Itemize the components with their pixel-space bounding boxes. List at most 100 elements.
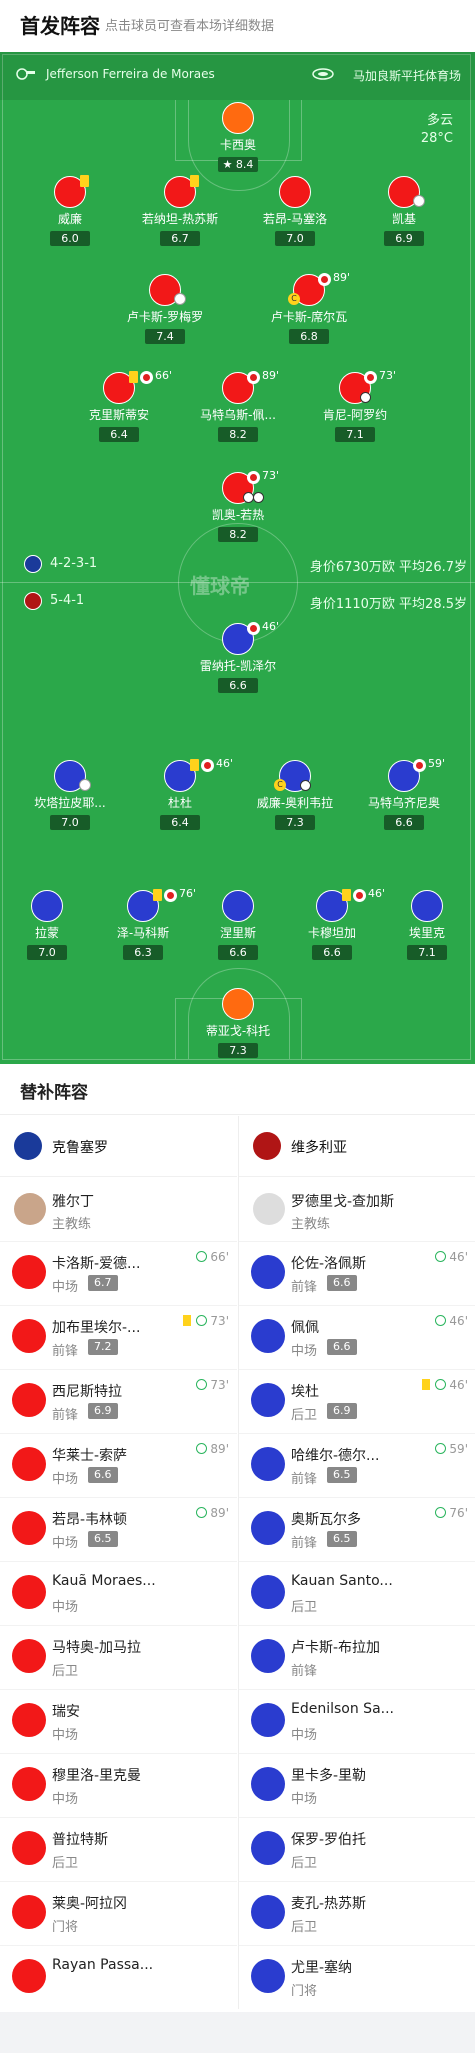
player-dot: 59' xyxy=(388,757,445,792)
player-dot xyxy=(251,1255,285,1289)
player-home-am-2[interactable]: 89' 马特乌斯-佩... 8.2 xyxy=(183,369,293,442)
sub-player-row[interactable]: 奥斯瓦尔多 前锋 6.5 76' xyxy=(239,1497,475,1561)
player-away-mid-4[interactable]: 59' 马特乌齐尼奥 6.6 xyxy=(349,757,459,830)
sub-player-row[interactable]: 加布里埃尔-... 前锋 7.2 73' xyxy=(0,1305,237,1369)
player-rating: 6.3 xyxy=(123,945,163,960)
sub-time: 66' xyxy=(155,369,173,382)
sub-player-row[interactable]: 西尼斯特拉 前锋 6.9 73' xyxy=(0,1369,237,1433)
player-away-def-1[interactable]: 拉蒙 7.0 xyxy=(0,890,102,960)
sub-player-position: 中场 xyxy=(52,1792,79,1807)
player-home-am-1[interactable]: 66' 克里斯蒂安 6.4 xyxy=(64,369,174,442)
sub-time: 89' xyxy=(333,271,351,284)
sub-player-name: 卢卡斯-布拉加 xyxy=(291,1640,381,1656)
player-away-mid-1[interactable]: 坎塔拉皮耶... 7.0 xyxy=(15,760,125,830)
sub-player-name: 佩佩 xyxy=(291,1320,319,1336)
home-sub-list: 卡洛斯-爱德... 中场 6.7 66' 加布里埃尔-... 前锋 7.2 73' 西尼斯特拉前… xyxy=(0,1241,237,2009)
sub-player-row[interactable]: 尤里-塞纳 门将 xyxy=(239,1945,475,2009)
player-dot: C xyxy=(274,760,311,792)
sub-player-row[interactable]: 普拉特斯 后卫 xyxy=(0,1817,237,1881)
sub-player-row[interactable]: Edenilson Sa... 中场 xyxy=(239,1689,475,1753)
player-home-am-3[interactable]: 73' 肯尼-阿罗约 7.1 xyxy=(300,369,410,442)
player-home-def-3[interactable]: 若昂-马塞洛 7.0 xyxy=(240,176,350,246)
player-dot xyxy=(31,890,63,922)
player-dot xyxy=(12,1767,46,1801)
sub-player-row[interactable]: 伦佐-洛佩斯 前锋 6.6 46' xyxy=(239,1241,475,1305)
player-dot xyxy=(12,1447,46,1481)
player-home-dm-1[interactable]: 卢卡斯-罗梅罗 7.4 xyxy=(110,274,220,344)
player-away-mid-2[interactable]: 46' 杜杜 6.4 xyxy=(125,757,235,830)
sub-player-row[interactable]: 麦孔-热苏斯 后卫 xyxy=(239,1881,475,1945)
away-crest-icon xyxy=(253,1132,281,1160)
home-team-header[interactable]: 克鲁塞罗 xyxy=(0,1116,237,1177)
sub-player-row[interactable]: 瑞安 中场 xyxy=(0,1689,237,1753)
stadium-icon xyxy=(312,68,334,80)
player-rating: 6.6 xyxy=(384,815,424,830)
sub-player-position: 后卫 xyxy=(291,1600,318,1615)
player-dot xyxy=(164,175,199,208)
player-rating: 7.1 xyxy=(407,945,447,960)
player-away-def-4[interactable]: 46' 卡穆坦加 6.6 xyxy=(277,887,387,960)
sub-player-row[interactable]: Kauan Santo... 后卫 xyxy=(239,1561,475,1625)
shirt-icon xyxy=(174,293,186,305)
home-coach[interactable]: 雅尔丁 主教练 xyxy=(0,1177,237,1241)
player-dot: 46' xyxy=(164,757,233,792)
player-name: 卢卡斯-席尔瓦 xyxy=(270,310,348,324)
player-home-def-1[interactable]: 威廉 6.0 xyxy=(15,175,125,246)
sub-player-row[interactable]: 马特奥-加马拉 后卫 xyxy=(0,1625,237,1689)
player-home-dm-2[interactable]: C 89' 卢卡斯-席尔瓦 6.8 xyxy=(254,271,364,344)
sub-player-row[interactable]: 里卡多-里勒 中场 xyxy=(239,1753,475,1817)
player-name: 杜杜 xyxy=(167,796,192,810)
sub-off-icon xyxy=(247,471,260,484)
sub-player-name: 华莱士-索萨 xyxy=(52,1448,128,1464)
sub-player-row[interactable]: 卡洛斯-爱德... 中场 6.7 66' xyxy=(0,1241,237,1305)
sub-player-position: 前锋 xyxy=(291,1280,318,1295)
player-home-gk[interactable]: 卡西奥 ★ 8.4 xyxy=(183,102,293,172)
player-dot: 89' xyxy=(222,369,279,404)
sub-off-icon xyxy=(247,622,260,635)
player-home-def-4[interactable]: 凯基 6.9 xyxy=(349,176,459,246)
player-home-st[interactable]: 73' 凯奥-若热 8.2 xyxy=(183,469,293,542)
substitutes-section: 替补阵容 克鲁塞罗 雅尔丁 主教练 卡洛斯-爱德... 中场 6.7 66' 加布里埃尔… xyxy=(0,1064,475,2012)
away-team-header[interactable]: 维多利亚 xyxy=(239,1116,475,1177)
player-dot xyxy=(12,1639,46,1673)
sub-player-row[interactable]: 若昂-韦林顿 中场 6.5 89' xyxy=(0,1497,237,1561)
sub-player-row[interactable]: 埃杜 后卫 6.9 46' xyxy=(239,1369,475,1433)
sub-player-row[interactable]: Kauã Moraes... 中场 xyxy=(0,1561,237,1625)
sub-player-name: Kauã Moraes... xyxy=(52,1573,156,1589)
sub-time: 89' xyxy=(262,369,280,382)
sub-player-row[interactable]: 保罗-罗伯托 后卫 xyxy=(239,1817,475,1881)
away-coach[interactable]: 罗德里戈-查加斯 主教练 xyxy=(239,1177,475,1241)
sub-player-name: 莱奥-阿拉冈 xyxy=(52,1896,128,1912)
player-dot xyxy=(251,1639,285,1673)
player-away-mid-3[interactable]: C 威廉-奥利韦拉 7.3 xyxy=(240,760,350,830)
player-away-def-5[interactable]: 埃里克 7.1 xyxy=(372,890,475,960)
sub-player-rating: 6.6 xyxy=(88,1467,118,1483)
player-home-def-2[interactable]: 若纳坦-热苏斯 6.7 xyxy=(125,175,235,246)
sub-player-row[interactable]: 卢卡斯-布拉加 前锋 xyxy=(239,1625,475,1689)
team-name: 维多利亚 xyxy=(291,1140,347,1156)
player-dot xyxy=(279,176,311,208)
player-away-gk[interactable]: 蒂亚戈-科托 7.3 xyxy=(183,988,293,1058)
player-away-def-2[interactable]: 76' 泽-马科斯 6.3 xyxy=(88,887,198,960)
rating-value: 8.4 xyxy=(235,158,254,171)
sub-player-row[interactable]: 华莱士-索萨 中场 6.6 89' xyxy=(0,1433,237,1497)
player-dot xyxy=(251,1511,285,1545)
player-rating: 7.3 xyxy=(218,1043,258,1058)
player-dot xyxy=(12,1703,46,1737)
sub-player-position: 中场 xyxy=(52,1600,79,1615)
sub-player-row[interactable]: Rayan Passa... xyxy=(0,1945,237,2009)
player-dot xyxy=(411,890,443,922)
sub-player-row[interactable]: 佩佩 中场 6.6 46' xyxy=(239,1305,475,1369)
sub-player-row[interactable]: 莱奥-阿拉冈 门将 xyxy=(0,1881,237,1945)
player-name: 拉蒙 xyxy=(34,926,59,940)
player-name: 雷纳托-凯泽尔 xyxy=(199,659,277,673)
player-away-st[interactable]: 46' 雷纳托-凯泽尔 6.6 xyxy=(183,620,293,693)
sub-player-row[interactable]: 穆里洛-里克曼 中场 xyxy=(0,1753,237,1817)
player-rating: 6.6 xyxy=(218,678,258,693)
sub-player-row[interactable]: 哈维尔-德尔... 前锋 6.5 59' xyxy=(239,1433,475,1497)
player-rating: 6.6 xyxy=(312,945,352,960)
player-name: 若昂-马塞洛 xyxy=(262,212,328,226)
away-value: 身价1110万欧 平均28.5岁 xyxy=(309,597,467,612)
player-dot xyxy=(54,175,89,208)
sub-player-name: Edenilson Sa... xyxy=(291,1701,394,1717)
